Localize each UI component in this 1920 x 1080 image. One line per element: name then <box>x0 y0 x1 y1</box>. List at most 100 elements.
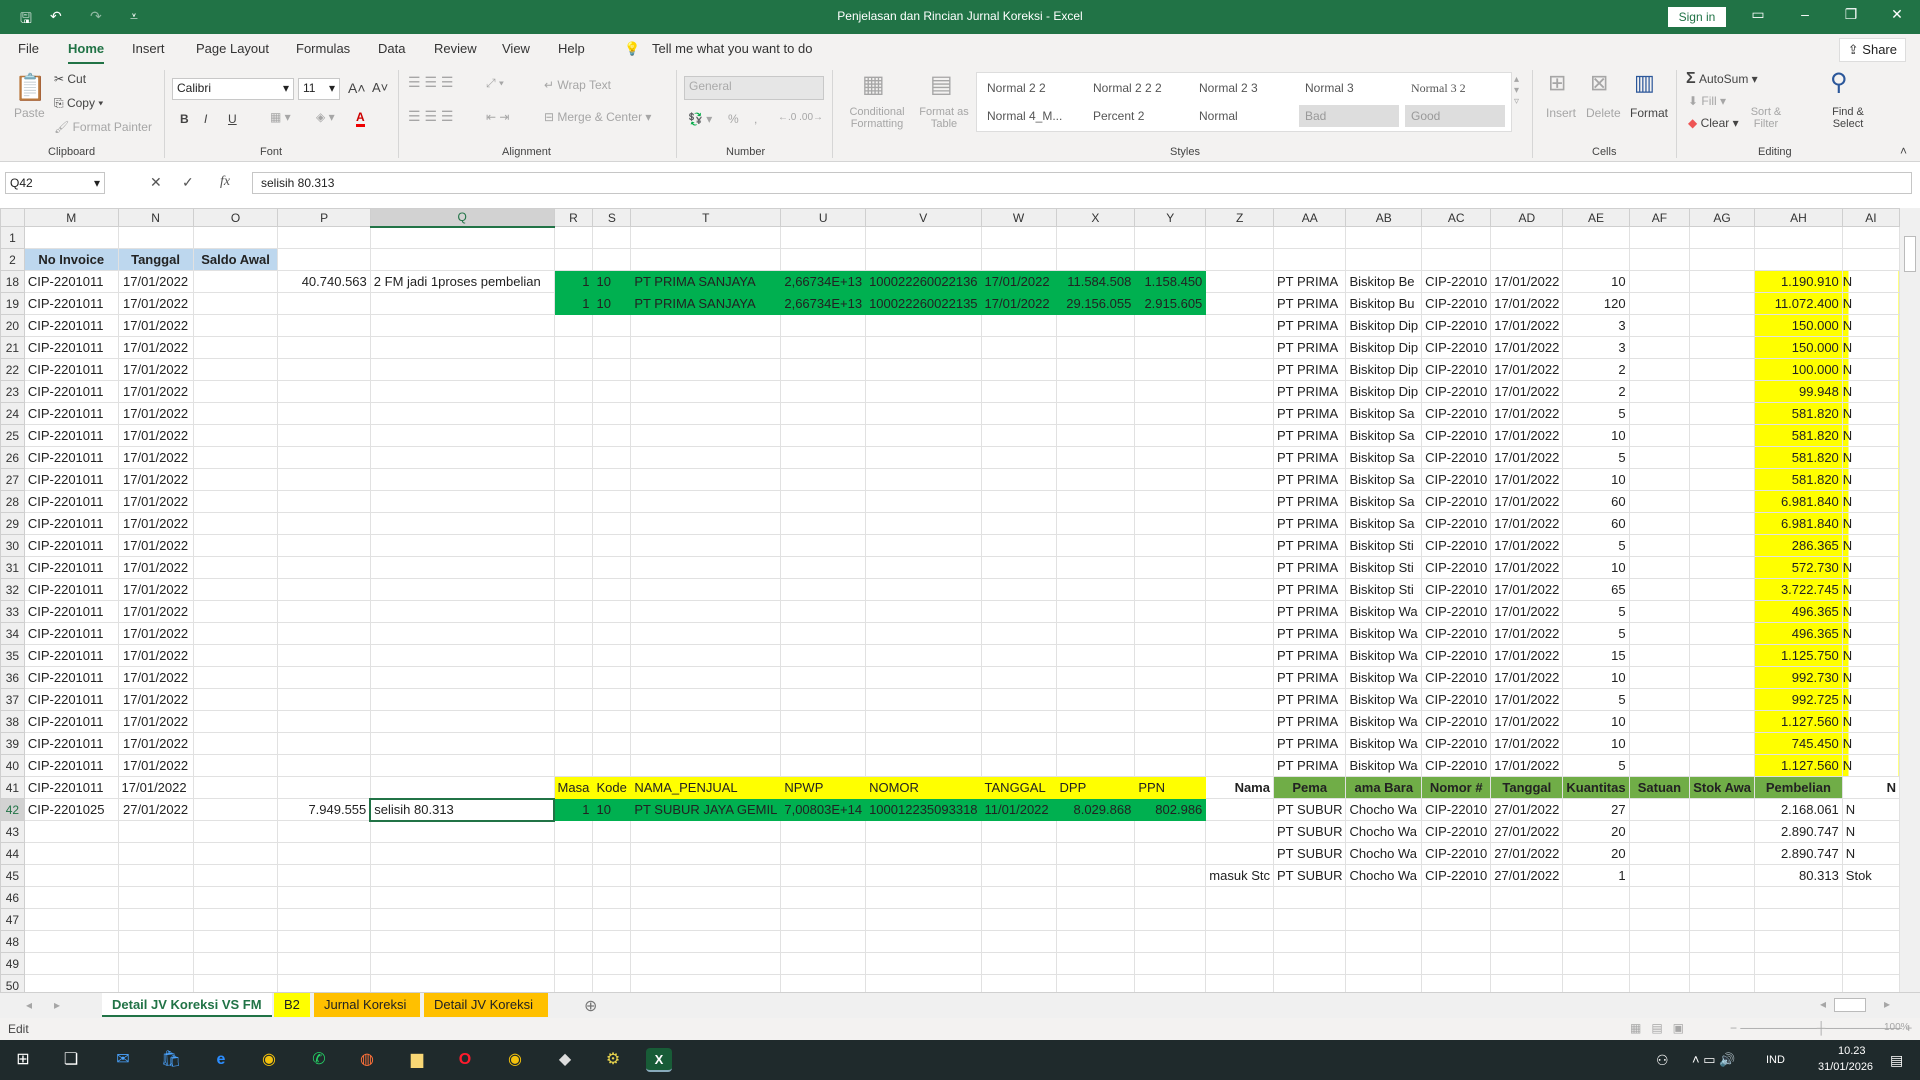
cell-ab20[interactable]: Biskitop Dip <box>1346 315 1422 337</box>
cell-u40[interactable] <box>781 755 866 777</box>
scroll-thumb[interactable] <box>1904 236 1916 272</box>
cell-ah47[interactable] <box>1755 909 1843 931</box>
cell-m41[interactable]: CIP-2201011 <box>24 777 118 799</box>
accounting-format-icon[interactable]: 💱 ▾ <box>688 112 712 126</box>
cell-ad42[interactable]: 27/01/2022 <box>1491 799 1563 821</box>
cell-o32[interactable] <box>193 579 278 601</box>
whatsapp-icon[interactable]: ✆ <box>306 1048 332 1072</box>
cell-ae46[interactable] <box>1563 887 1629 909</box>
cell-u44[interactable] <box>781 843 866 865</box>
cell-ah19[interactable]: 11.072.400 <box>1755 293 1843 315</box>
cell-q37[interactable] <box>370 689 554 711</box>
cell-aa31[interactable]: PT PRIMA <box>1273 557 1346 579</box>
cell-y32[interactable] <box>1135 579 1206 601</box>
cell-y25[interactable] <box>1135 425 1206 447</box>
row-header[interactable]: 26 <box>1 447 25 469</box>
cell-ad36[interactable]: 17/01/2022 <box>1491 667 1563 689</box>
cell-n40[interactable]: 17/01/2022 <box>118 755 193 777</box>
cell-p31[interactable] <box>278 557 370 579</box>
cell-z40[interactable] <box>1206 755 1274 777</box>
cell-n35[interactable]: 17/01/2022 <box>118 645 193 667</box>
cell-ai18[interactable]: N <box>1842 271 1899 293</box>
cell-ai33[interactable]: N <box>1842 601 1899 623</box>
cell-z18[interactable] <box>1206 271 1274 293</box>
cell-n50[interactable] <box>118 975 193 993</box>
cell-o42[interactable] <box>193 799 278 821</box>
cell-z30[interactable] <box>1206 535 1274 557</box>
cell-ac27[interactable]: CIP-22010 <box>1422 469 1491 491</box>
cell-ai26[interactable]: N <box>1842 447 1899 469</box>
cell-w48[interactable] <box>981 931 1056 953</box>
cell-ac28[interactable]: CIP-22010 <box>1422 491 1491 513</box>
cell-x29[interactable] <box>1056 513 1135 535</box>
cell-t41[interactable]: NAMA_PENJUAL <box>631 777 781 799</box>
cell-aa21[interactable]: PT PRIMA <box>1273 337 1346 359</box>
cell-p22[interactable] <box>278 359 370 381</box>
cell-w22[interactable] <box>981 359 1056 381</box>
align-top-icons[interactable]: ☰ ☰ ☰ <box>408 74 453 91</box>
underline-button[interactable]: U <box>228 112 237 126</box>
cell-p24[interactable] <box>278 403 370 425</box>
cell-x31[interactable] <box>1056 557 1135 579</box>
cell-af29[interactable] <box>1629 513 1690 535</box>
cell-n30[interactable]: 17/01/2022 <box>118 535 193 557</box>
cell-y33[interactable] <box>1135 601 1206 623</box>
column-header-t[interactable]: T <box>631 209 781 227</box>
row-header[interactable]: 23 <box>1 381 25 403</box>
cell-p29[interactable] <box>278 513 370 535</box>
cell-ah34[interactable]: 496.365 <box>1755 623 1843 645</box>
paste-button[interactable]: Paste <box>14 106 45 120</box>
cell-p26[interactable] <box>278 447 370 469</box>
cell-m47[interactable] <box>24 909 118 931</box>
task-view-icon[interactable]: ❏ <box>58 1048 84 1072</box>
column-header-ac[interactable]: AC <box>1422 209 1491 227</box>
cell-q49[interactable] <box>370 953 554 975</box>
cell-aa44[interactable]: PT SUBUR <box>1273 843 1346 865</box>
cell-y2[interactable] <box>1135 249 1206 271</box>
cell-ai28[interactable]: N <box>1842 491 1899 513</box>
cell-p30[interactable] <box>278 535 370 557</box>
cell-y30[interactable] <box>1135 535 1206 557</box>
cell-aa2[interactable] <box>1273 249 1346 271</box>
tab-file[interactable]: File <box>18 41 39 56</box>
indent-icons[interactable]: ⇤ ⇥ <box>486 110 509 124</box>
cell-aa43[interactable]: PT SUBUR <box>1273 821 1346 843</box>
cell-v26[interactable] <box>866 447 981 469</box>
cell-x26[interactable] <box>1056 447 1135 469</box>
cell-o43[interactable] <box>193 821 278 843</box>
cell-w43[interactable] <box>981 821 1056 843</box>
cell-q46[interactable] <box>370 887 554 909</box>
cell-r39[interactable] <box>554 733 593 755</box>
cell-af1[interactable] <box>1629 227 1690 249</box>
cell-z42[interactable] <box>1206 799 1274 821</box>
cell-af24[interactable] <box>1629 403 1690 425</box>
cell-ai50[interactable] <box>1842 975 1899 993</box>
cell-s49[interactable] <box>593 953 631 975</box>
cell-ai32[interactable]: N <box>1842 579 1899 601</box>
cell-v19[interactable]: 100022260022135 <box>866 293 981 315</box>
cell-o30[interactable] <box>193 535 278 557</box>
merge-center-button[interactable]: ⊟ Merge & Center ▾ <box>544 110 651 124</box>
style-normal-3-2[interactable]: Normal 3 2 <box>1405 77 1505 99</box>
cell-r49[interactable] <box>554 953 593 975</box>
cell-af39[interactable] <box>1629 733 1690 755</box>
cell-p40[interactable] <box>278 755 370 777</box>
cell-ac37[interactable]: CIP-22010 <box>1422 689 1491 711</box>
cell-aa22[interactable]: PT PRIMA <box>1273 359 1346 381</box>
cell-z28[interactable] <box>1206 491 1274 513</box>
cell-ai23[interactable]: N <box>1842 381 1899 403</box>
cell-ab25[interactable]: Biskitop Sa <box>1346 425 1422 447</box>
cell-ae24[interactable]: 5 <box>1563 403 1629 425</box>
cell-ai31[interactable]: N <box>1842 557 1899 579</box>
cell-ab48[interactable] <box>1346 931 1422 953</box>
cell-s30[interactable] <box>593 535 631 557</box>
orientation-icon[interactable]: ⤢ ▾ <box>486 76 504 91</box>
cell-q31[interactable] <box>370 557 554 579</box>
cell-ab33[interactable]: Biskitop Wa <box>1346 601 1422 623</box>
cell-v25[interactable] <box>866 425 981 447</box>
column-header-r[interactable]: R <box>554 209 593 227</box>
cell-u48[interactable] <box>781 931 866 953</box>
cell-ae37[interactable]: 5 <box>1563 689 1629 711</box>
cell-ah41[interactable]: Pembelian <box>1755 777 1843 799</box>
cell-n32[interactable]: 17/01/2022 <box>118 579 193 601</box>
